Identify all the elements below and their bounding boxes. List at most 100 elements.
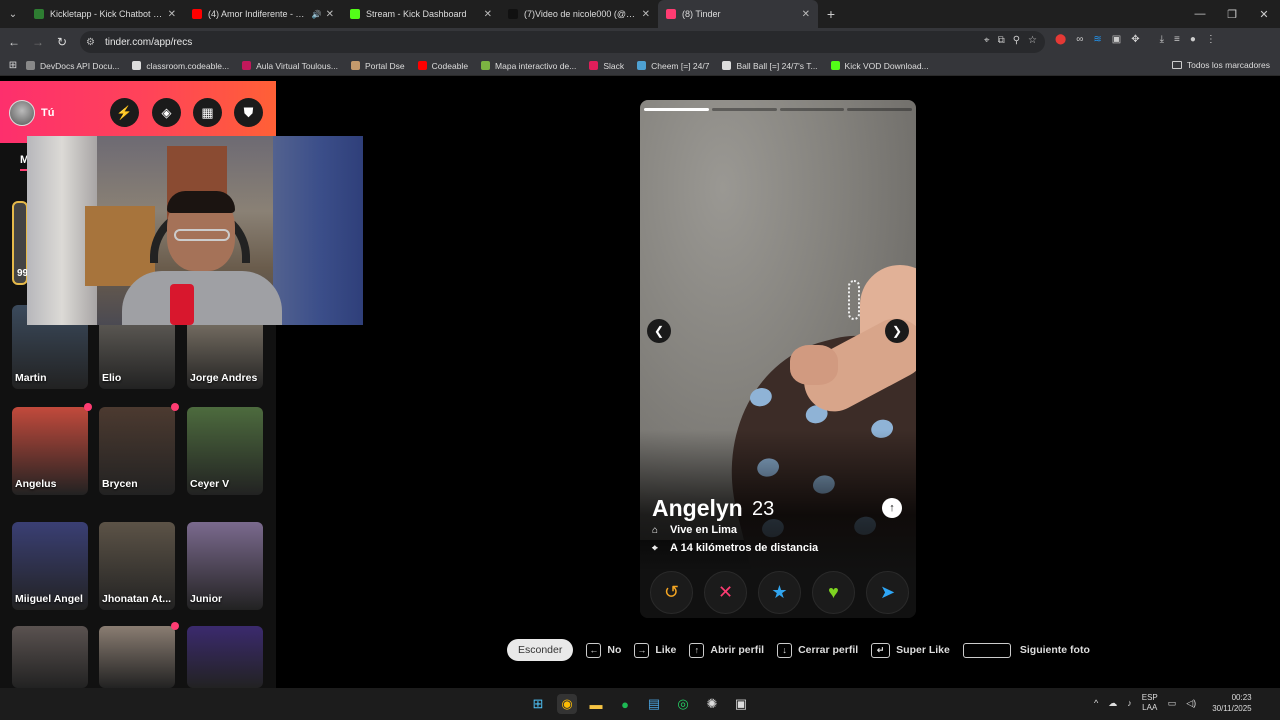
- hide-shortcuts-button[interactable]: Esconder: [507, 639, 574, 661]
- bookmark-star-icon[interactable]: ☆: [1028, 35, 1037, 46]
- extension-icon[interactable]: ▣: [1112, 34, 1121, 45]
- tab-close-icon[interactable]: ✕: [326, 9, 334, 20]
- match-card[interactable]: [99, 622, 179, 688]
- bookmark-item[interactable]: Cheem [=] 24/7: [637, 61, 709, 71]
- close-window-icon[interactable]: ✕: [1248, 0, 1280, 28]
- bookmark-favicon-icon: [481, 61, 491, 70]
- match-card[interactable]: Junior: [187, 522, 263, 610]
- tab-close-icon[interactable]: ✕: [642, 9, 650, 20]
- superlike-button[interactable]: ★: [758, 571, 801, 614]
- match-card[interactable]: Angelus: [12, 403, 92, 495]
- all-bookmarks-folder[interactable]: Todos los marcadores: [1171, 60, 1270, 70]
- next-photo-icon[interactable]: ❯: [885, 319, 909, 343]
- volume-icon[interactable]: ◁): [1186, 698, 1196, 709]
- network-icon[interactable]: ▭: [1168, 698, 1177, 709]
- file-explorer-icon[interactable]: ▬: [586, 694, 606, 714]
- onedrive-icon[interactable]: ☁: [1108, 698, 1117, 709]
- tab-close-icon[interactable]: ✕: [802, 9, 810, 20]
- bookmark-favicon-icon: [417, 61, 427, 70]
- windows-start-icon[interactable]: ⊞: [528, 694, 548, 714]
- tab-close-icon[interactable]: ✕: [168, 9, 176, 20]
- nope-button[interactable]: ✕: [704, 571, 747, 614]
- apps-grid-icon[interactable]: ⊞: [0, 60, 26, 71]
- extension-icon[interactable]: ⬤: [1055, 34, 1066, 45]
- bookmark-item[interactable]: Slack: [589, 61, 624, 71]
- bookmark-item[interactable]: classroom.codeable...: [132, 61, 229, 71]
- bookmark-item[interactable]: DevDocs API Docu...: [26, 61, 119, 71]
- explore-button[interactable]: ◈: [152, 98, 181, 127]
- media-control-icon[interactable]: ≡: [1174, 34, 1180, 45]
- install-icon[interactable]: ⧉: [998, 35, 1005, 46]
- safety-button[interactable]: ⛊: [234, 98, 263, 127]
- browser-tab[interactable]: (4) Amor Indiferente - YouT 🔊 ✕: [184, 0, 342, 28]
- browser-tab[interactable]: Stream - Kick Dashboard ✕: [342, 0, 500, 28]
- back-icon[interactable]: ←: [2, 35, 26, 49]
- photos-icon[interactable]: ▤: [644, 694, 664, 714]
- avatar[interactable]: [9, 100, 35, 126]
- browser-tab[interactable]: (8) Tinder ✕: [658, 0, 818, 28]
- like-button[interactable]: ♥: [812, 571, 855, 614]
- shortcut-label: Super Like: [896, 644, 950, 656]
- match-card[interactable]: Jhonatan At...: [99, 522, 175, 610]
- mic-icon[interactable]: ♪: [1127, 698, 1132, 708]
- match-card[interactable]: Miiguel Angel: [12, 522, 88, 610]
- tab-audio-icon[interactable]: 🔊: [312, 10, 322, 19]
- extension-icon[interactable]: ≋: [1093, 34, 1101, 45]
- boost-send-button[interactable]: ➤: [866, 571, 909, 614]
- bookmark-item[interactable]: Aula Virtual Toulous...: [242, 61, 338, 71]
- bookmark-item[interactable]: Mapa interactivo de...: [481, 61, 576, 71]
- download-icon[interactable]: ⤓: [1160, 34, 1164, 45]
- restore-icon[interactable]: ❐: [1216, 0, 1248, 28]
- match-name: Brycen: [102, 478, 138, 490]
- zoom-icon[interactable]: ⚲: [1013, 35, 1020, 46]
- gifts-button[interactable]: ▦: [193, 98, 222, 127]
- whatsapp-icon[interactable]: ◎: [673, 694, 693, 714]
- boost-button[interactable]: ⚡: [110, 98, 139, 127]
- match-card[interactable]: [187, 626, 263, 688]
- bookmark-item[interactable]: Portal Dse: [350, 61, 405, 71]
- browser-tab[interactable]: Kickletapp - Kick Chatbot and ✕: [26, 0, 184, 28]
- match-card[interactable]: Brycen: [99, 403, 179, 495]
- extension-icon[interactable]: ∞: [1076, 34, 1083, 45]
- minimize-icon[interactable]: —: [1184, 0, 1216, 28]
- profile-card[interactable]: ❮ ❯ Angelyn 23 ↑ ⌂ Vive en Lima ⌖ A 14 k…: [640, 100, 916, 618]
- extensions-puzzle-icon[interactable]: ✥: [1131, 34, 1139, 45]
- user-label[interactable]: Tú: [41, 107, 54, 119]
- profile-avatar-icon[interactable]: ●: [1190, 34, 1196, 45]
- omnibox[interactable]: ⚙ tinder.com/app/recs ⌖ ⧉ ⚲ ☆: [80, 31, 1045, 53]
- site-info-icon[interactable]: ⚙: [86, 37, 95, 48]
- photo-progress-segment: [644, 108, 709, 111]
- bookmark-item[interactable]: Ball Ball [=] 24/7's T...: [722, 61, 818, 71]
- browser-tab[interactable]: (7)Video de nicole000 (@userd ✕: [500, 0, 658, 28]
- bookmark-label: Kick VOD Download...: [844, 60, 929, 71]
- new-match-dot: [171, 622, 179, 630]
- forward-icon[interactable]: →: [26, 35, 50, 49]
- bookmark-item[interactable]: Codeable: [417, 61, 468, 71]
- bookmark-item[interactable]: Kick VOD Download...: [830, 60, 929, 71]
- bookmark-favicon-icon: [242, 61, 252, 70]
- location-icon[interactable]: ⌖: [984, 35, 990, 46]
- tab-close-icon[interactable]: ✕: [484, 9, 492, 20]
- bookmark-label: Cheem [=] 24/7: [651, 60, 710, 71]
- reload-icon[interactable]: ↻: [50, 35, 74, 49]
- open-profile-icon[interactable]: ↑: [882, 498, 902, 518]
- match-photo: [187, 626, 263, 688]
- language-indicator[interactable]: ESP LAA: [1142, 693, 1158, 713]
- match-card[interactable]: [12, 626, 88, 688]
- rewind-button[interactable]: ↺: [650, 571, 693, 614]
- epic-games-icon[interactable]: ▣: [731, 694, 751, 714]
- chrome-icon[interactable]: ◉: [557, 694, 577, 714]
- spotify-icon[interactable]: ●: [615, 694, 635, 714]
- tray-chevron-icon[interactable]: ^: [1094, 698, 1098, 708]
- app-icon[interactable]: ✺: [702, 694, 722, 714]
- shortcut-close: ↓ Cerrar perfil: [777, 642, 858, 658]
- menu-icon[interactable]: ⋮: [1206, 34, 1216, 45]
- match-card[interactable]: Ceyer V: [187, 407, 263, 495]
- prev-photo-icon[interactable]: ❮: [647, 319, 671, 343]
- tab-search-icon[interactable]: ⌄: [0, 0, 26, 28]
- tab-favicon-icon: [192, 9, 202, 19]
- pin-icon: ⌖: [652, 542, 658, 554]
- url-text[interactable]: tinder.com/app/recs: [105, 37, 192, 48]
- new-tab-button[interactable]: +: [818, 6, 844, 22]
- clock[interactable]: 00:23 30/11/2025: [1212, 692, 1251, 714]
